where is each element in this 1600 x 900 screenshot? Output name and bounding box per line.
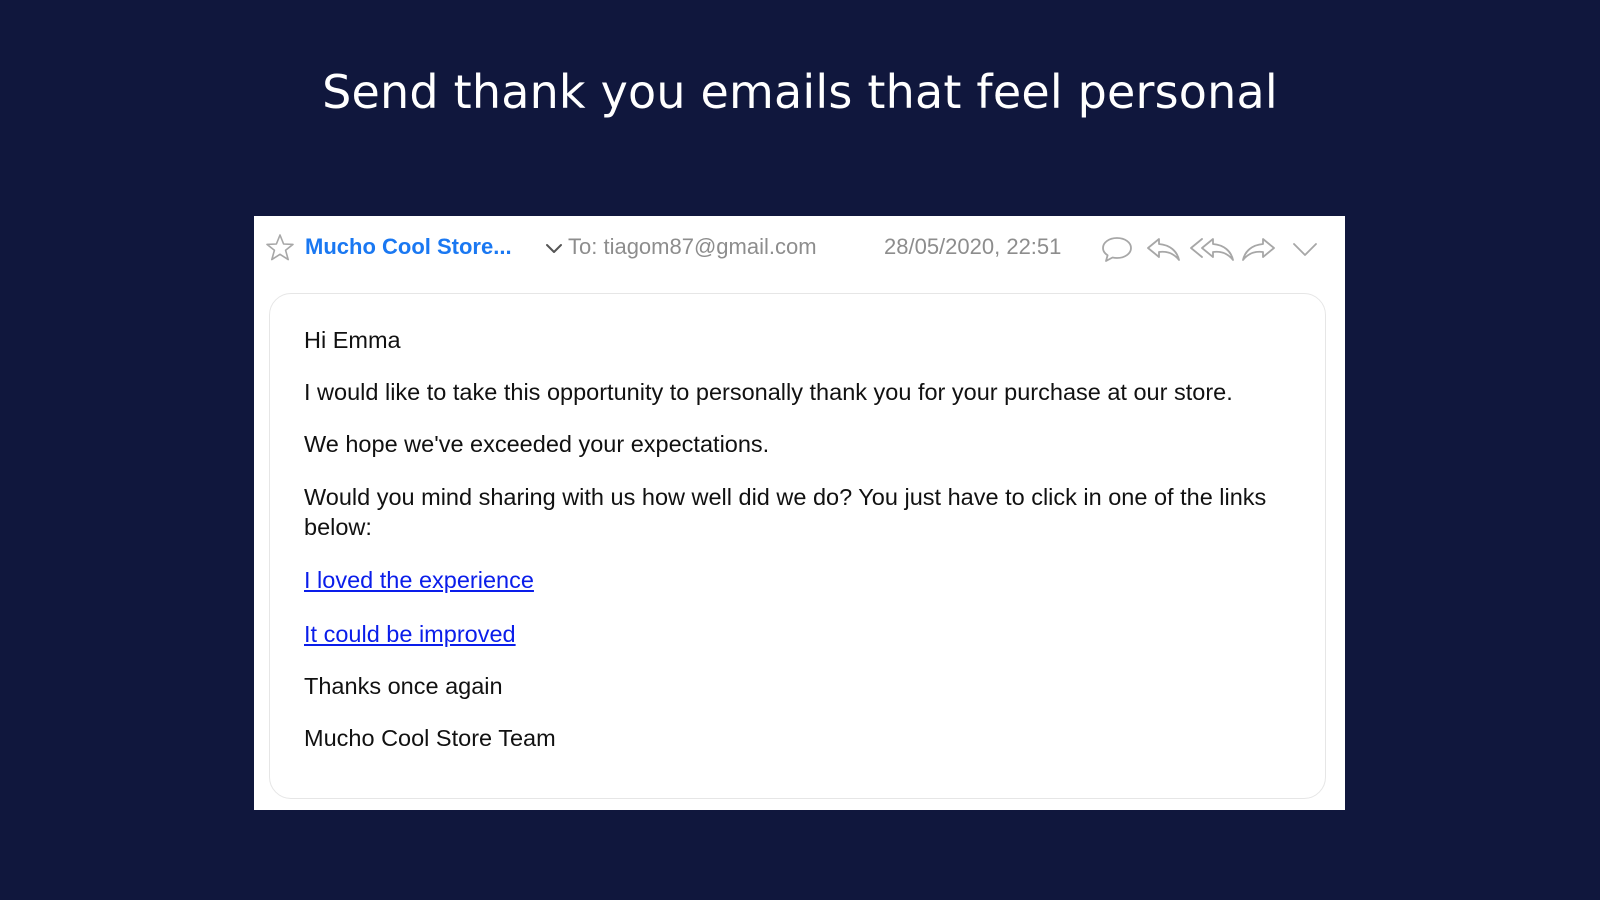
reply-icon[interactable] — [1144, 234, 1182, 264]
page-headline: Send thank you emails that feel personal — [322, 65, 1278, 119]
star-icon[interactable] — [264, 232, 296, 264]
speech-bubble-icon[interactable] — [1100, 234, 1134, 264]
email-body: Hi Emma I would like to take this opport… — [269, 293, 1326, 799]
closing-line: Thanks once again — [304, 673, 503, 699]
chevron-down-icon[interactable] — [543, 238, 565, 260]
email-window: Mucho Cool Store... To: tiagom87@gmail.c… — [254, 216, 1345, 810]
loved-experience-link[interactable]: I loved the experience — [304, 567, 534, 593]
body-line-request: Would you mind sharing with us how well … — [304, 484, 1267, 540]
recipient: To: tiagom87@gmail.com — [568, 234, 817, 259]
signature: Mucho Cool Store Team — [304, 725, 556, 751]
sender-name[interactable]: Mucho Cool Store... — [305, 230, 512, 264]
reply-all-icon[interactable] — [1188, 234, 1236, 264]
forward-icon[interactable] — [1240, 234, 1278, 264]
email-date: 28/05/2020, 22:51 — [884, 234, 1062, 259]
email-header: Mucho Cool Store... To: tiagom87@gmail.c… — [254, 216, 1345, 280]
greeting: Hi Emma — [304, 327, 401, 353]
more-chevron-icon[interactable] — [1290, 234, 1320, 264]
body-line-thanks: I would like to take this opportunity to… — [304, 379, 1233, 405]
link-paragraph-negative: It could be improved — [304, 619, 1294, 649]
link-paragraph-positive: I loved the experience — [304, 565, 1294, 595]
body-line-expectations: We hope we've exceeded your expectations… — [304, 431, 770, 457]
could-be-improved-link[interactable]: It could be improved — [304, 621, 516, 647]
